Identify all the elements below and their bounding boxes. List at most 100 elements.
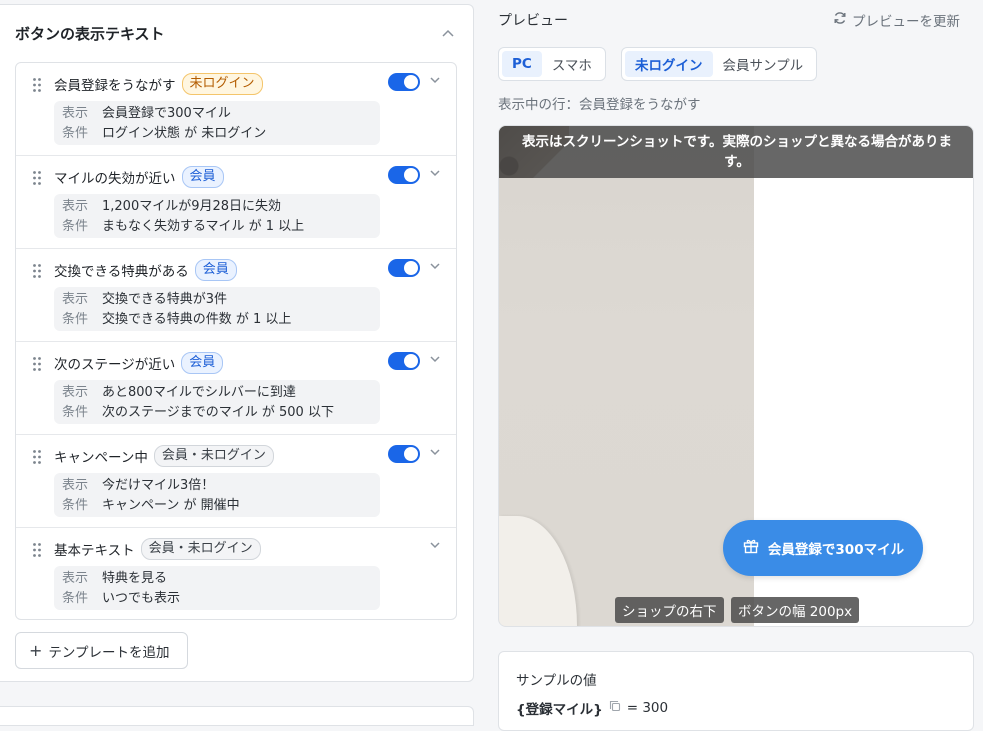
display-key: 表示 <box>62 199 89 214</box>
rule-name: 次のステージが近い <box>54 357 176 373</box>
audience-badge: 未ログイン <box>181 73 263 95</box>
condition-value: ログイン状態 が 未ログイン <box>102 126 267 141</box>
device-tab-1[interactable]: スマホ <box>542 51 602 77</box>
display-value: 今だけマイル3倍！ <box>102 478 215 493</box>
user-tab-1[interactable]: 会員サンプル <box>713 51 814 77</box>
display-row: 表示 特典を見る <box>62 569 372 589</box>
add-template-button[interactable]: + テンプレートを追加 <box>15 632 188 669</box>
chevron-down-icon[interactable] <box>426 164 444 182</box>
rule-detail: 表示 会員登録で300マイル 条件 ログイン状態 が 未ログイン <box>54 101 380 145</box>
add-template-label: テンプレートを追加 <box>48 644 170 661</box>
chevron-down-icon[interactable] <box>426 71 444 89</box>
device-tab-0[interactable]: PC <box>502 51 542 77</box>
audience-badge: 会員・未ログイン <box>153 445 274 467</box>
width-tag: ボタンの幅 200px <box>731 597 860 623</box>
display-key: 表示 <box>62 478 89 493</box>
rule-toggle[interactable] <box>388 259 420 277</box>
chevron-up-icon[interactable] <box>439 24 457 42</box>
display-key: 表示 <box>62 385 89 400</box>
device-toggle: PC スマホ <box>498 47 606 81</box>
drag-handle-icon[interactable] <box>32 449 42 465</box>
audience-badge: 会員 <box>181 166 224 188</box>
panel-header[interactable]: ボタンの表示テキスト <box>15 21 457 45</box>
condition-value: 交換できる特典の件数 が 1 以上 <box>102 312 292 327</box>
rule-name: キャンペーン中 <box>54 450 148 466</box>
display-row: 表示 1,200マイルが9月28日に失効 <box>62 197 372 217</box>
rule-detail: 表示 あと800マイルでシルバーに到達 条件 次のステージまでのマイル が 50… <box>54 380 380 424</box>
rule-row[interactable]: 交換できる特典がある 会員 表示 交換できる特典が3件 条件 交換できる特典の件… <box>16 249 456 342</box>
button-text-panel: ボタンの表示テキスト 会員登録をうながす 未ログイン 表示 会員登録で300マイ… <box>0 4 474 682</box>
display-value: あと800マイルでシルバーに到達 <box>102 385 296 400</box>
preview-notice: 表示はスクリーンショットです。実際のショップと異なる場合があります。 <box>499 126 973 178</box>
rules-list: 会員登録をうながす 未ログイン 表示 会員登録で300マイル 条件 ログイン状態… <box>15 62 457 620</box>
rule-toggle[interactable] <box>388 445 420 463</box>
rule-title-row: 交換できる特典がある 会員 <box>54 258 237 282</box>
condition-key: 条件 <box>62 591 89 606</box>
refresh-label: プレビューを更新 <box>852 14 960 30</box>
condition-row: 条件 まもなく失効するマイル が 1 以上 <box>62 217 372 237</box>
rule-row[interactable]: マイルの失効が近い 会員 表示 1,200マイルが9月28日に失効 条件 まもな… <box>16 156 456 249</box>
condition-key: 条件 <box>62 126 89 141</box>
condition-value: キャンペーン が 開催中 <box>102 498 240 513</box>
rule-name: マイルの失効が近い <box>54 171 176 187</box>
display-value: 会員登録で300マイル <box>102 106 231 121</box>
condition-row: 条件 キャンペーン が 開催中 <box>62 496 372 516</box>
chevron-down-icon[interactable] <box>426 257 444 275</box>
rule-title-row: 次のステージが近い 会員 <box>54 351 224 375</box>
sample-values-card: サンプルの値 {登録マイル} = 300 <box>498 651 974 731</box>
display-key: 表示 <box>62 106 89 121</box>
preview-screen: 表示はスクリーンショットです。実際のショップと異なる場合があります。 会員登録で… <box>498 125 974 627</box>
preview-cta-button[interactable]: 会員登録で300マイル <box>723 520 923 576</box>
rule-toggle[interactable] <box>388 73 420 91</box>
condition-key: 条件 <box>62 219 89 234</box>
audience-badge: 会員 <box>194 259 237 281</box>
rule-row[interactable]: 基本テキスト 会員・未ログイン 表示 特典を見る 条件 いつでも表示 <box>16 528 456 619</box>
chevron-down-icon[interactable] <box>426 443 444 461</box>
plus-icon: + <box>29 640 43 660</box>
drag-handle-icon[interactable] <box>32 170 42 186</box>
refresh-preview-button[interactable]: プレビューを更新 <box>833 10 960 30</box>
rule-detail: 表示 今だけマイル3倍！ 条件 キャンペーン が 開催中 <box>54 473 380 517</box>
rule-title-row: マイルの失効が近い 会員 <box>54 165 224 189</box>
rule-detail: 表示 交換できる特典が3件 条件 交換できる特典の件数 が 1 以上 <box>54 287 380 331</box>
condition-row: 条件 交換できる特典の件数 が 1 以上 <box>62 310 372 330</box>
sample-row: {登録マイル} = 300 <box>516 698 668 718</box>
display-value: 交換できる特典が3件 <box>102 292 228 307</box>
drag-handle-icon[interactable] <box>32 356 42 372</box>
sample-title: サンプルの値 <box>516 673 597 689</box>
rule-row[interactable]: 次のステージが近い 会員 表示 あと800マイルでシルバーに到達 条件 次のステ… <box>16 342 456 435</box>
audience-badge: 会員・未ログイン <box>140 538 261 560</box>
drag-handle-icon[interactable] <box>32 77 42 93</box>
rule-title-row: 会員登録をうながす 未ログイン <box>54 72 263 96</box>
audience-badge: 会員 <box>181 352 224 374</box>
rule-row[interactable]: キャンペーン中 会員・未ログイン 表示 今だけマイル3倍！ 条件 キャンペーン … <box>16 435 456 528</box>
rule-toggle[interactable] <box>388 352 420 370</box>
condition-value: いつでも表示 <box>102 591 181 606</box>
user-toggle: 未ログイン 会員サンプル <box>621 47 818 81</box>
refresh-icon <box>833 11 847 29</box>
rule-detail: 表示 特典を見る 条件 いつでも表示 <box>54 566 380 610</box>
display-row: 表示 交換できる特典が3件 <box>62 290 372 310</box>
condition-key: 条件 <box>62 498 89 513</box>
display-row: 表示 今だけマイル3倍！ <box>62 476 372 496</box>
current-row-label: 表示中の行：会員登録をうながす <box>498 97 701 113</box>
display-value: 特典を見る <box>102 571 168 586</box>
condition-row: 条件 ログイン状態 が 未ログイン <box>62 124 372 144</box>
display-key: 表示 <box>62 571 89 586</box>
condition-value: まもなく失効するマイル が 1 以上 <box>102 219 305 234</box>
sample-key: {登録マイル} <box>516 702 603 718</box>
cta-label: 会員登録で300マイル <box>767 542 905 558</box>
rule-toggle[interactable] <box>388 166 420 184</box>
gift-icon <box>742 537 760 559</box>
display-row: 表示 会員登録で300マイル <box>62 104 372 124</box>
chevron-down-icon[interactable] <box>426 536 444 554</box>
rule-row[interactable]: 会員登録をうながす 未ログイン 表示 会員登録で300マイル 条件 ログイン状態… <box>16 63 456 156</box>
chevron-down-icon[interactable] <box>426 350 444 368</box>
drag-handle-icon[interactable] <box>32 263 42 279</box>
user-tab-0[interactable]: 未ログイン <box>625 51 713 77</box>
drag-handle-icon[interactable] <box>32 542 42 558</box>
rule-title-row: 基本テキスト 会員・未ログイン <box>54 537 261 561</box>
display-value: 1,200マイルが9月28日に失効 <box>102 199 282 214</box>
rule-name: 会員登録をうながす <box>54 78 176 94</box>
preview-title: プレビュー <box>498 13 568 29</box>
